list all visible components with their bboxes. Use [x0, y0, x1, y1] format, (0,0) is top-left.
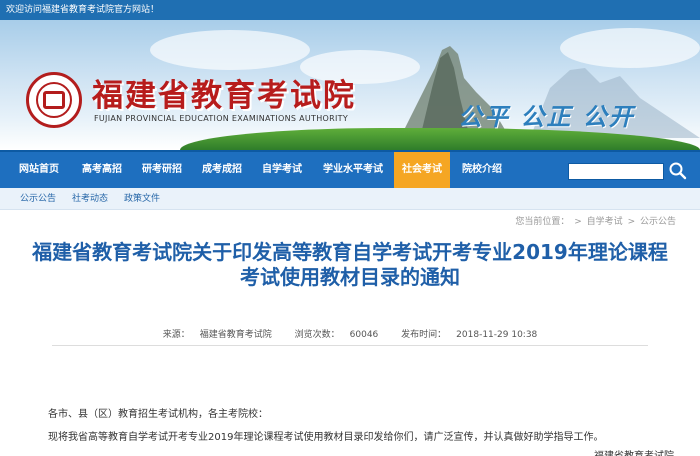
- body-paragraph: 现将我省高等教育自学考试开考专业2019年理论课程考试使用教材目录印发给你们，请…: [48, 432, 604, 443]
- divider: [52, 345, 648, 346]
- nav-item-gaokao[interactable]: 高考高招: [72, 152, 132, 188]
- source-label: 来源：: [162, 330, 190, 340]
- article-title: 福建省教育考试院关于印发高等教育自学考试开考专业2019年理论课程 考试使用教材…: [20, 240, 680, 290]
- welcome-bar: 欢迎访问福建省教育考试院官方网站！: [0, 0, 700, 20]
- site-name: 福建省教育考试院: [92, 78, 356, 114]
- views-label: 浏览次数：: [294, 330, 340, 340]
- nav-item-home[interactable]: 网站首页: [6, 152, 72, 188]
- source-value: 福建省教育考试院: [199, 330, 272, 340]
- slogan: 公平 公正 公开: [458, 102, 635, 131]
- breadcrumb-prefix: 您当前位置：: [515, 217, 570, 227]
- breadcrumb: 您当前位置： > 自学考试 > 公示公告: [513, 214, 676, 227]
- site-name-english: FUJIAN PROVINCIAL EDUCATION EXAMINATIONS…: [94, 114, 348, 123]
- subnav-item-news[interactable]: 社考动态: [72, 188, 108, 210]
- nav-item-yankao[interactable]: 研考研招: [132, 152, 192, 188]
- subnav-item-policies[interactable]: 政策文件: [124, 188, 160, 210]
- article-title-line: 福建省教育考试院关于印发高等教育自学考试开考专业2019年理论课程: [32, 240, 668, 264]
- published-date: 2018-11-29 10:38: [456, 330, 538, 340]
- main-nav: 网站首页 高考高招 研考研招 成考成招 自学考试 学业水平考试 社会考试 院校介…: [0, 150, 700, 188]
- nav-item-zixue[interactable]: 自学考试: [252, 152, 312, 188]
- search-icon[interactable]: [668, 161, 688, 181]
- nav-item-yuanxiao[interactable]: 院校介绍: [450, 152, 514, 188]
- sub-nav: 公示公告 社考动态 政策文件: [0, 188, 700, 210]
- nav-item-xueye[interactable]: 学业水平考试: [312, 152, 394, 188]
- header-banner: 福建省教育考试院 FUJIAN PROVINCIAL EDUCATION EXA…: [0, 20, 700, 150]
- article-meta: 来源： 福建省教育考试院 浏览次数： 60046 发布时间： 2018-11-29 1…: [0, 327, 700, 340]
- breadcrumb-item[interactable]: 自学考试: [587, 217, 623, 227]
- published-label: 发布时间：: [401, 330, 447, 340]
- nav-item-chengkao[interactable]: 成考成招: [192, 152, 252, 188]
- logo-seal: [26, 72, 82, 128]
- subnav-item-announcements[interactable]: 公示公告: [20, 188, 56, 210]
- welcome-text: 欢迎访问福建省教育考试院官方网站！: [6, 5, 160, 15]
- cloud-decoration: [150, 30, 310, 70]
- breadcrumb-item[interactable]: 公示公告: [640, 217, 676, 227]
- breadcrumb-separator: >: [574, 217, 582, 227]
- nav-item-shehui[interactable]: 社会考试: [394, 152, 450, 188]
- search-input[interactable]: [568, 163, 664, 180]
- views-count: 60046: [349, 330, 379, 340]
- salutation: 各市、县（区）教育招生考试机构，各主考院校：: [48, 409, 268, 420]
- breadcrumb-separator: >: [627, 217, 636, 227]
- article-title-line: 考试使用教材目录的通知: [240, 265, 460, 289]
- signature: 福建省教育考试院: [594, 447, 674, 456]
